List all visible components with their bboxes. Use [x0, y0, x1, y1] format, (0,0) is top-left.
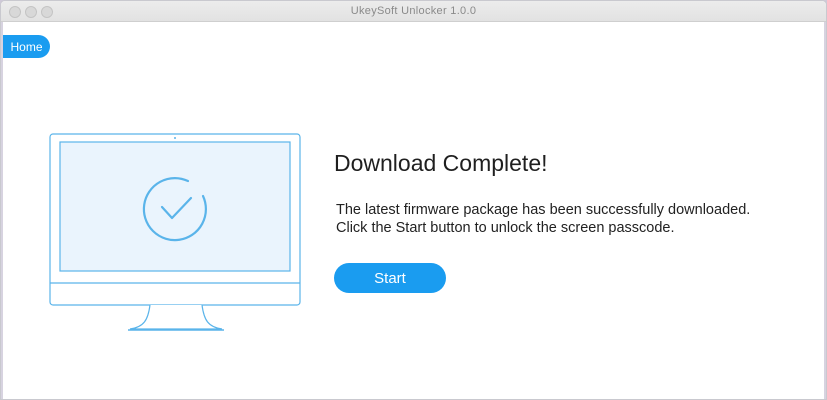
app-window: UkeySoft Unlocker 1.0.0 Home Download Co… — [0, 0, 827, 400]
title-bar: UkeySoft Unlocker 1.0.0 — [1, 1, 826, 22]
camera-dot — [174, 137, 176, 139]
monitor-stand — [129, 304, 223, 330]
monitor-screen — [59, 141, 291, 272]
monitor-illustration — [49, 133, 301, 331]
description-line-2: Click the Start button to unlock the scr… — [336, 220, 675, 236]
status-description: The latest firmware package has been suc… — [336, 201, 750, 237]
home-button[interactable]: Home — [3, 35, 50, 58]
page-title: Download Complete! — [334, 150, 548, 176]
start-button[interactable]: Start — [334, 263, 446, 293]
main-content: Home Download Complete! The latest firmw… — [1, 22, 826, 399]
window-title: UkeySoft Unlocker 1.0.0 — [350, 5, 477, 17]
description-line-1: The latest firmware package has been suc… — [336, 202, 751, 218]
